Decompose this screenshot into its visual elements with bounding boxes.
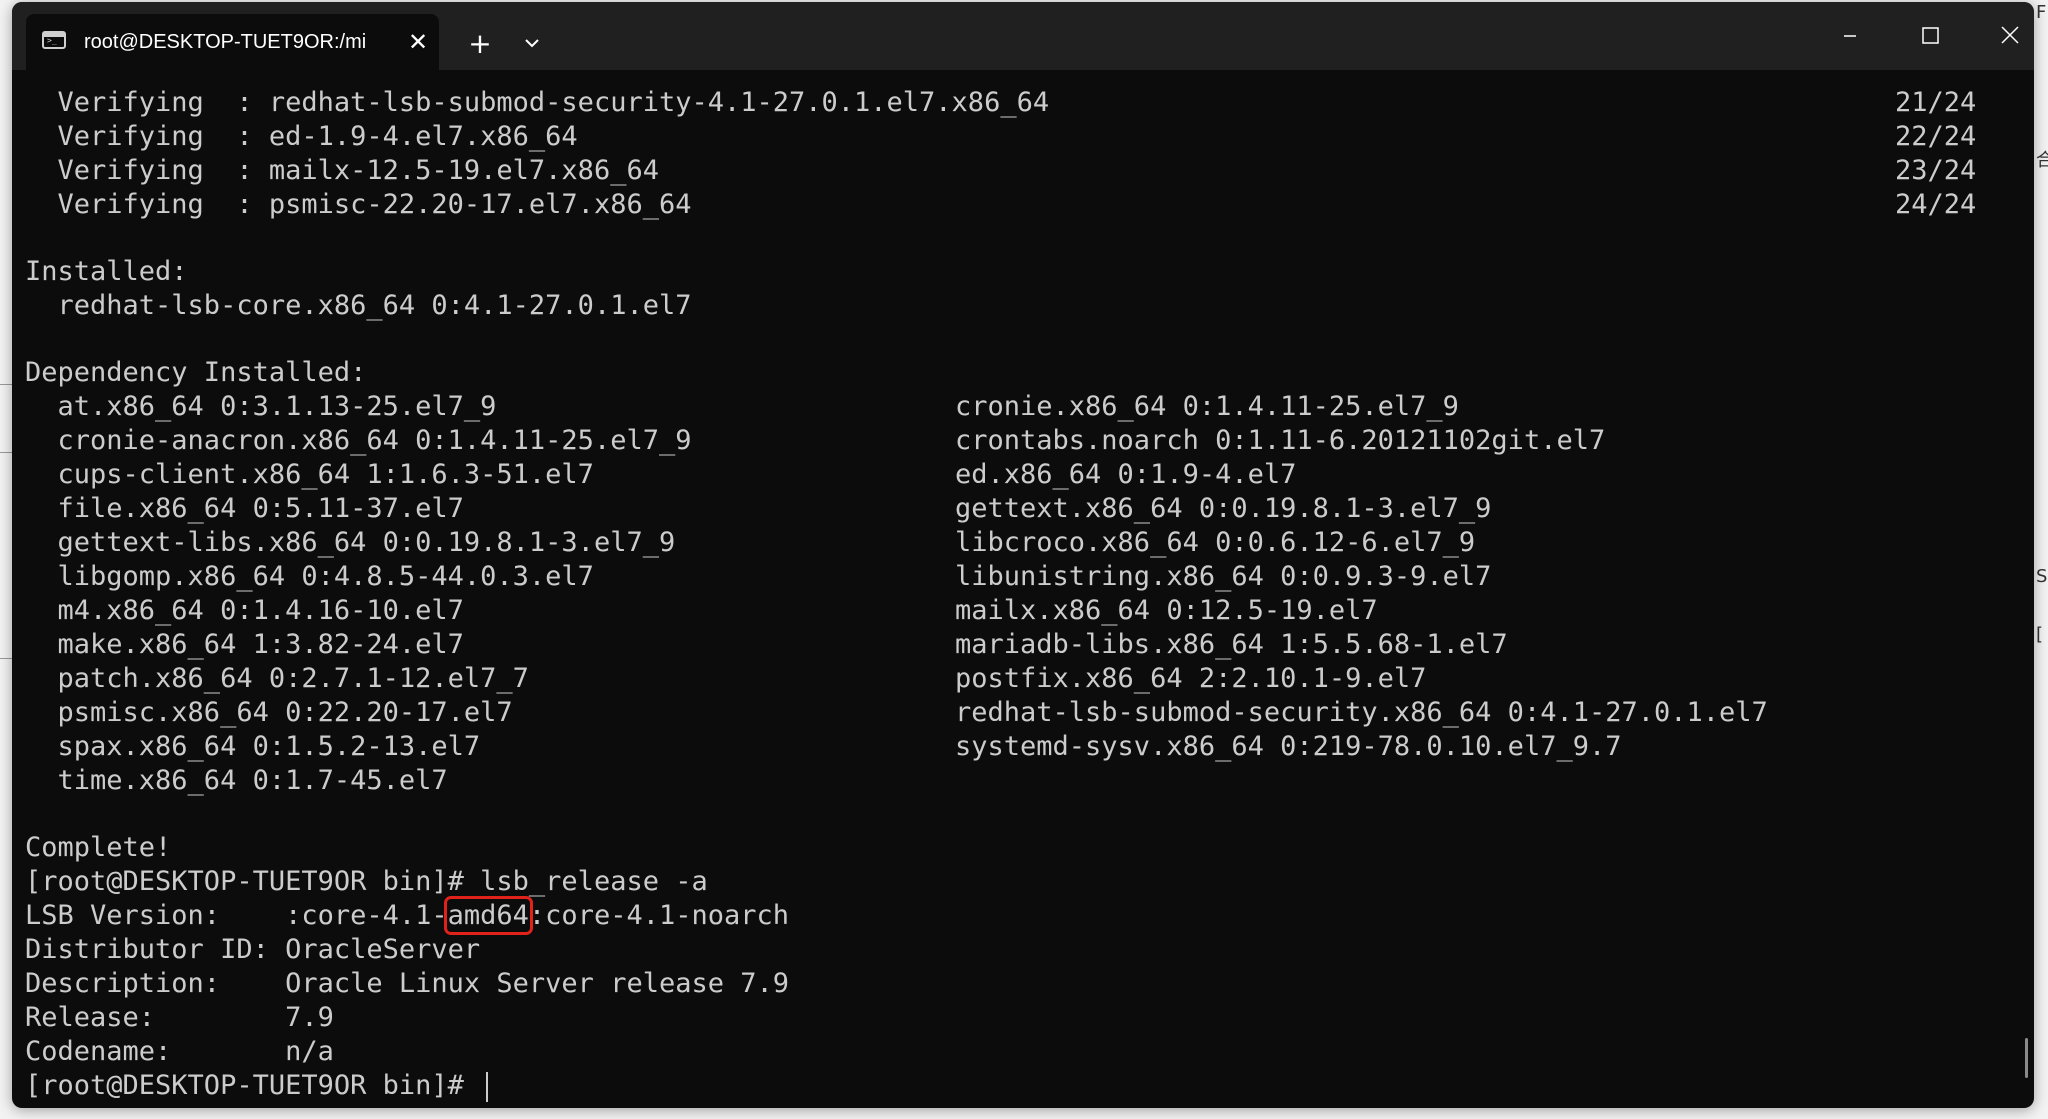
dependency-item: psmisc.x86_64 0:22.20-17.el7: [25, 697, 513, 728]
dependency-item: m4.x86_64 0:1.4.16-10.el7: [25, 595, 464, 626]
new-tab-button[interactable]: +: [460, 24, 500, 64]
lsb-version-line: LSB Version: :core-4.1-amd64:core-4.1-no…: [25, 896, 790, 935]
installed-header: Installed:: [25, 256, 188, 287]
scrollbar[interactable]: [2022, 72, 2032, 1102]
title-bar[interactable]: >_ root@DESKTOP-TUET9OR:/mi ✕ +: [12, 2, 2034, 70]
distributor-line: Distributor ID: OracleServer: [25, 934, 481, 965]
verify-progress: 22/24: [1895, 121, 1977, 152]
dependency-item: crontabs.noarch 0:1.11-6.20121102git.el7: [955, 425, 1606, 456]
dependency-item: libgomp.x86_64 0:4.8.5-44.0.3.el7: [25, 561, 594, 592]
chevron-down-icon[interactable]: [512, 24, 552, 64]
tab-close-icon[interactable]: ✕: [404, 28, 432, 56]
lsb-version-prefix: LSB Version: :core-4.1-: [25, 900, 448, 931]
terminal-icon: >_: [42, 31, 66, 49]
dependency-item: gettext.x86_64 0:0.19.8.1-3.el7_9: [955, 493, 1492, 524]
complete-message: Complete!: [25, 832, 172, 863]
verify-progress: 24/24: [1895, 189, 1977, 220]
background-window-text: [: [2036, 624, 2044, 645]
installed-item: redhat-lsb-core.x86_64 0:4.1-27.0.1.el7: [25, 290, 692, 321]
background-window-text: S: [2036, 566, 2048, 587]
description-line: Description: Oracle Linux Server release…: [25, 968, 790, 999]
amd64-highlight: amd64: [443, 896, 533, 935]
verifying-line: Verifying : redhat-lsb-submod-security-4…: [25, 87, 1050, 118]
lsb-version-suffix: :core-4.1-noarch: [528, 900, 790, 931]
dependency-item: spax.x86_64 0:1.5.2-13.el7: [25, 731, 481, 762]
verifying-line: Verifying : mailx-12.5-19.el7.x86_64: [25, 155, 659, 186]
command-line: [root@DESKTOP-TUET9OR bin]# lsb_release …: [25, 866, 708, 897]
dependency-item: libunistring.x86_64 0:0.9.3-9.el7: [955, 561, 1492, 592]
codename-line: Codename: n/a: [25, 1036, 334, 1067]
terminal-output[interactable]: Verifying : redhat-lsb-submod-security-4…: [25, 70, 2015, 1103]
release-line: Release: 7.9: [25, 1002, 334, 1033]
background-window-text: 合: [2036, 150, 2048, 171]
dependency-item: time.x86_64 0:1.7-45.el7: [25, 765, 448, 796]
dependency-item: at.x86_64 0:3.1.13-25.el7_9: [25, 391, 497, 422]
shell-prompt: [root@DESKTOP-TUET9OR bin]#: [25, 1070, 481, 1101]
dependency-item: mailx.x86_64 0:12.5-19.el7: [955, 595, 1378, 626]
prompt-line[interactable]: [root@DESKTOP-TUET9OR bin]#: [25, 1069, 489, 1103]
dependency-item: redhat-lsb-submod-security.x86_64 0:4.1-…: [955, 697, 1768, 728]
dependency-item: cronie.x86_64 0:1.4.11-25.el7_9: [955, 391, 1459, 422]
dependency-item: cronie-anacron.x86_64 0:1.4.11-25.el7_9: [25, 425, 692, 456]
dependency-item: systemd-sysv.x86_64 0:219-78.0.10.el7_9.…: [955, 731, 1622, 762]
background-window-text: F: [2036, 2, 2047, 23]
terminal-tab[interactable]: >_ root@DESKTOP-TUET9OR:/mi ✕: [26, 14, 439, 70]
text-cursor: [486, 1071, 489, 1102]
terminal-window: >_ root@DESKTOP-TUET9OR:/mi ✕ + Verifyin…: [12, 2, 2034, 1108]
verify-progress: 23/24: [1895, 155, 1977, 186]
desktop: F 合 S [ >_ root@DESKTOP-TUET9OR:/mi ✕ +: [0, 0, 2048, 1119]
dependency-item: ed.x86_64 0:1.9-4.el7: [955, 459, 1297, 490]
dependency-item: gettext-libs.x86_64 0:0.19.8.1-3.el7_9: [25, 527, 676, 558]
verifying-line: Verifying : ed-1.9-4.el7.x86_64: [25, 121, 578, 152]
dependency-header: Dependency Installed:: [25, 357, 367, 388]
tab-title: root@DESKTOP-TUET9OR:/mi: [84, 31, 367, 53]
dependency-item: postfix.x86_64 2:2.10.1-9.el7: [955, 663, 1427, 694]
scrollbar-thumb[interactable]: [2025, 1038, 2028, 1078]
dependency-item: make.x86_64 1:3.82-24.el7: [25, 629, 464, 660]
maximize-button[interactable]: [1890, 2, 1970, 70]
verifying-line: Verifying : psmisc-22.20-17.el7.x86_64: [25, 189, 692, 220]
minimize-button[interactable]: [1810, 2, 1890, 70]
dependency-item: file.x86_64 0:5.11-37.el7: [25, 493, 464, 524]
dependency-item: patch.x86_64 0:2.7.1-12.el7_7: [25, 663, 529, 694]
dependency-item: mariadb-libs.x86_64 1:5.5.68-1.el7: [955, 629, 1508, 660]
verify-progress: 21/24: [1895, 87, 1977, 118]
close-button[interactable]: [1970, 2, 2034, 70]
dependency-item: cups-client.x86_64 1:1.6.3-51.el7: [25, 459, 594, 490]
dependency-item: libcroco.x86_64 0:0.6.12-6.el7_9: [955, 527, 1476, 558]
